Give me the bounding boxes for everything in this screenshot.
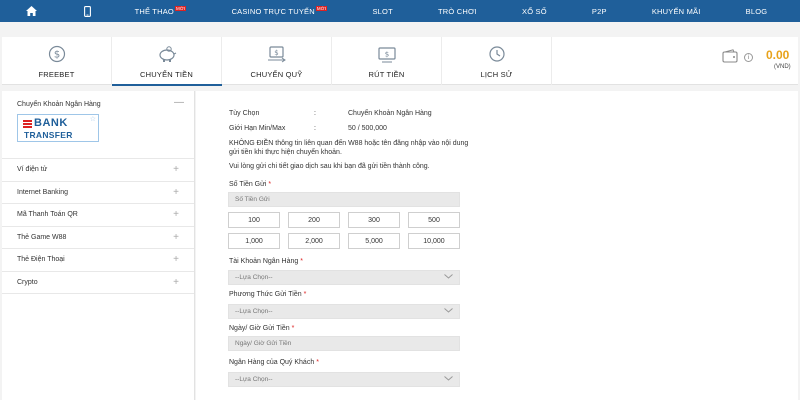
amount-label: Số Tiền Gửi * [229, 181, 272, 188]
bank-logo-bars [23, 120, 32, 129]
transfer-icon: $ [266, 43, 288, 65]
amount-input[interactable]: Số Tiền Gửi [228, 192, 460, 207]
tab-label: FREEBET [38, 70, 75, 79]
home-icon[interactable] [0, 0, 62, 22]
method-select[interactable]: --Lựa Chọn-- [228, 304, 460, 319]
new-badge: MỚI [315, 5, 328, 11]
dollar-circle-icon: $ [46, 43, 68, 65]
expand-icon: + [173, 254, 179, 266]
datetime-input[interactable]: Ngày/ Giờ Gửi Tiền [228, 336, 460, 351]
top-nav: THỂ THAO MỚI CASINO TRỰC TUYẾN MỚI SLOT TR… [0, 0, 800, 22]
limit-label: Giới Hạn Min/Max [229, 125, 286, 132]
svg-text:$: $ [53, 50, 59, 61]
sidebar-group-bank-transfer[interactable]: Chuyển Khoản Ngân Hàng — BANK TRANSFER ☆ [2, 91, 194, 159]
quick-amount-button[interactable]: 300 [348, 212, 400, 228]
tab-freebet[interactable]: $ FREEBET [2, 37, 112, 85]
option-colon: : [314, 110, 316, 117]
sidebar-item-game-card[interactable]: Thẻ Game W88 + [2, 227, 194, 249]
mobile-icon[interactable] [62, 0, 112, 22]
expand-icon: + [173, 231, 179, 243]
nav-blog[interactable]: BLOG [746, 7, 768, 16]
balance-amount: 0.00 [766, 48, 790, 62]
option-label: Tùy Chọn [229, 110, 260, 117]
star-icon: ☆ [89, 116, 96, 123]
nav-p2p[interactable]: P2P [592, 7, 607, 16]
tab-label: CHUYỂN QUỸ [250, 70, 303, 79]
svg-text:$: $ [384, 51, 388, 59]
piggy-bank-icon [156, 43, 178, 65]
info-icon[interactable]: i [744, 53, 753, 62]
quick-amount-button[interactable]: 200 [288, 212, 340, 228]
tab-withdraw[interactable]: $ RÚT TIỀN [332, 37, 442, 85]
nav-casino[interactable]: CASINO TRỰC TUYẾN MỚI [232, 5, 328, 16]
balance-currency: (VND) [774, 64, 791, 70]
sidebar-group-title: Chuyển Khoản Ngân Hàng [17, 101, 101, 108]
payment-method-sidebar: Chuyển Khoản Ngân Hàng — BANK TRANSFER ☆… [2, 91, 195, 400]
withdraw-icon: $ [376, 43, 398, 65]
collapse-icon[interactable]: — [174, 97, 184, 108]
tab-deposit[interactable]: CHUYỂN TIỀN [112, 37, 222, 86]
transfer-logo-text: TRANSFER [24, 130, 73, 140]
limit-colon: : [314, 125, 316, 132]
quick-amount-button[interactable]: 5,000 [348, 233, 400, 249]
expand-icon: + [173, 164, 179, 176]
option-value: Chuyển Khoản Ngân Hàng [348, 110, 432, 117]
wallet-icon [722, 49, 738, 68]
nav-promotions[interactable]: KHUYẾN MÃI [652, 7, 701, 16]
method-label: Phương Thức Gửi Tiền * [229, 291, 307, 298]
tab-label: LỊCH SỬ [480, 70, 513, 79]
quick-amount-button[interactable]: 500 [408, 212, 460, 228]
nav-sports[interactable]: THỂ THAO MỚI [135, 5, 187, 16]
nav-slot[interactable]: SLOT [372, 7, 392, 16]
chevron-down-icon [444, 376, 453, 383]
warning-note: KHÔNG ĐIỀN thông tin liên quan đến W88 h… [229, 140, 469, 156]
sidebar-item-qr[interactable]: Mã Thanh Toán QR + [2, 204, 194, 227]
new-badge: MỚI [174, 5, 187, 11]
chevron-down-icon [444, 308, 453, 315]
bank-logo-text: BANK [34, 117, 68, 129]
bank-account-label: Tài Khoản Ngân Hàng * [229, 258, 303, 265]
tab-label: CHUYỂN TIỀN [140, 70, 193, 79]
balance-panel: i 0.00 (VND) [552, 37, 798, 84]
quick-amount-button[interactable]: 100 [228, 212, 280, 228]
nav-games[interactable]: TRÒ CHƠI [438, 7, 477, 16]
quick-amount-button[interactable]: 10,000 [408, 233, 460, 249]
limit-value: 50 / 500,000 [348, 125, 387, 132]
expand-icon: + [173, 186, 179, 198]
quick-amount-button[interactable]: 1,000 [228, 233, 280, 249]
expand-icon: + [173, 209, 179, 221]
sidebar-item-phone-card[interactable]: Thẻ Điện Thoại + [2, 249, 194, 272]
instruction-note: Vui lòng gửi chi tiết giao dịch sau khi … [229, 163, 430, 170]
history-icon [486, 43, 508, 65]
nav-lottery[interactable]: XỔ SỐ [522, 7, 547, 16]
tab-history[interactable]: LỊCH SỬ [442, 37, 552, 85]
bank-account-select[interactable]: --Lựa Chọn-- [228, 270, 460, 285]
sidebar-item-internet-banking[interactable]: Internet Banking + [2, 182, 194, 204]
sidebar-item-e-wallet[interactable]: Ví điện tử + [2, 159, 194, 182]
tab-fund-transfer[interactable]: $ CHUYỂN QUỸ [222, 37, 332, 85]
sidebar-item-crypto[interactable]: Crypto + [2, 272, 194, 294]
chevron-down-icon [444, 274, 453, 281]
deposit-form: Tùy Chọn : Chuyển Khoản Ngân Hàng Giới H… [196, 91, 798, 400]
customer-bank-select[interactable]: --Lựa Chọn-- [228, 372, 460, 387]
tab-label: RÚT TIỀN [368, 70, 405, 79]
bank-transfer-logo[interactable]: BANK TRANSFER ☆ [17, 114, 99, 142]
datetime-label: Ngày/ Giờ Gửi Tiền * [229, 325, 295, 332]
quick-amount-button[interactable]: 2,000 [288, 233, 340, 249]
expand-icon: + [173, 276, 179, 288]
customer-bank-label: Ngân Hàng của Quý Khách * [229, 359, 319, 366]
svg-text:$: $ [274, 49, 278, 57]
wallet-tab-bar: $ FREEBET CHUYỂN TIỀN $ CHUYỂN QUỸ $ RÚT… [2, 37, 798, 86]
